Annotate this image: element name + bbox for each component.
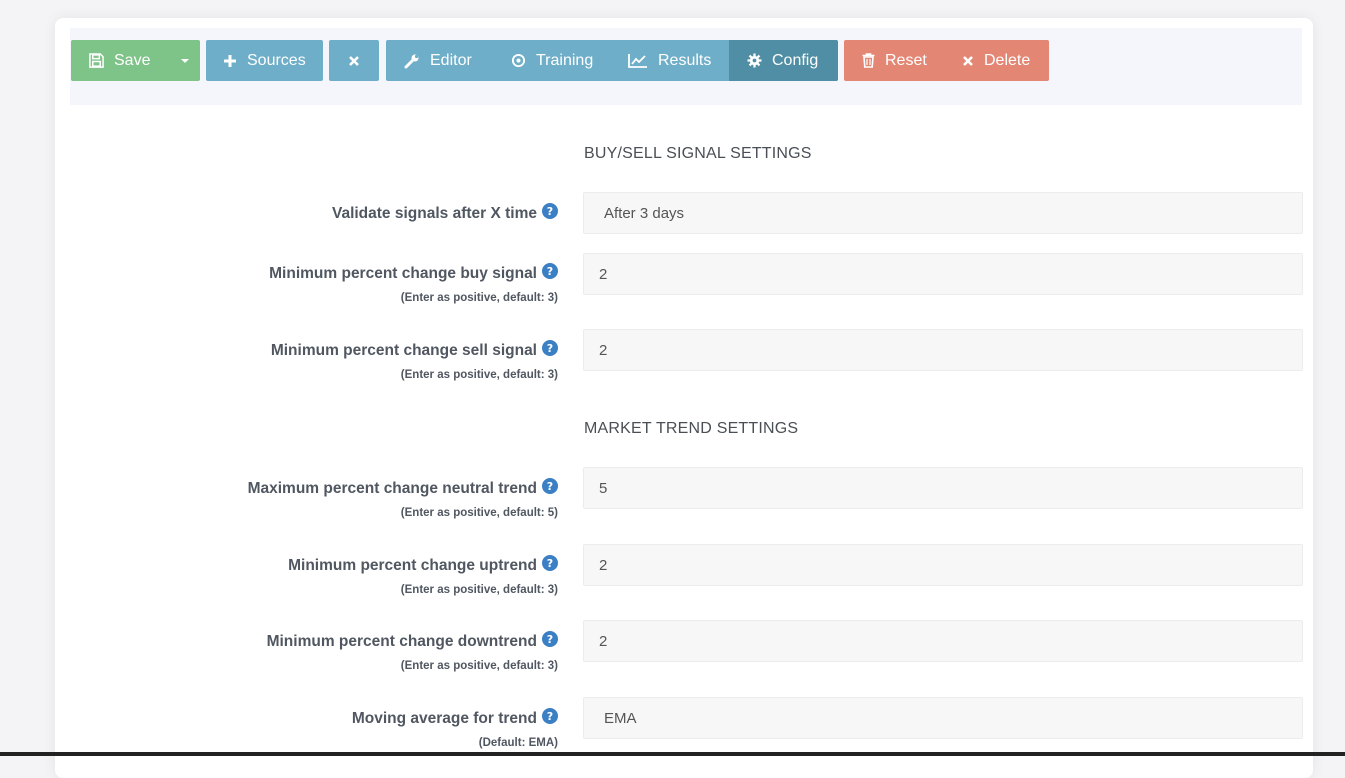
delete-label: Delete [984,51,1031,69]
field-value: 2 [599,556,608,574]
field-value: 2 [599,341,608,359]
form-label-text: Minimum percent change uptrend [288,556,537,574]
caret-down-icon [180,58,189,63]
close-icon [348,55,360,67]
gear-icon [747,53,762,68]
save-dropdown-toggle[interactable] [169,40,200,81]
help-icon[interactable]: ? [542,708,558,729]
view-tabs: Editor Training Results Config [386,40,838,81]
help-icon[interactable]: ? [542,478,558,499]
form-label-text: Minimum percent change buy signal [269,264,537,282]
close-button-group [329,40,379,81]
validate-signals-select[interactable]: After 3 days [583,192,1303,234]
svg-text:?: ? [547,557,553,570]
section-heading-trend: MARKET TREND SETTINGS [584,420,799,437]
form-hint: (Enter as positive, default: 3) [400,292,558,304]
help-icon[interactable]: ? [542,340,558,361]
reset-button[interactable]: Reset [844,40,944,81]
field-value: After 3 days [604,204,685,222]
results-label: Results [658,51,712,69]
form-hint: (Enter as positive, default: 5) [400,507,558,519]
svg-text:?: ? [547,710,553,723]
tab-results[interactable]: Results [610,40,729,81]
sell-signal-input[interactable]: 2 [583,329,1303,371]
form-hint: (Enter as positive, default: 3) [400,369,558,381]
form-label-text: Maximum percent change neutral trend [247,479,537,497]
sources-button-group: Sources [206,40,323,81]
form-label-text: Minimum percent change sell signal [270,341,537,359]
field-value: 2 [599,632,608,650]
buy-signal-input[interactable]: 2 [583,253,1303,295]
neutral-trend-input[interactable]: 5 [583,467,1303,509]
form-label: Moving average for trend ? [352,708,558,729]
form-label-text: Moving average for trend [351,709,537,727]
help-icon[interactable]: ? [542,631,558,652]
field-value: 2 [599,265,608,283]
help-icon[interactable]: ? [542,555,558,576]
downtrend-input[interactable]: 2 [583,620,1303,662]
line-chart-icon [628,53,648,68]
editor-label: Editor [430,51,472,69]
moving-average-select[interactable]: EMA [583,697,1303,739]
delete-button[interactable]: Delete [944,40,1049,81]
form-label: Minimum percent change downtrend ? [267,631,558,652]
tab-config[interactable]: Config [729,40,838,81]
svg-text:?: ? [547,342,553,355]
svg-text:?: ? [547,265,553,278]
wrench-icon [404,53,420,69]
save-button[interactable]: Save [71,40,166,81]
training-label: Training [536,51,594,69]
form-hint: (Default: EMA) [478,737,558,749]
reset-label: Reset [885,51,927,69]
save-button-group: Save [71,40,200,81]
config-label: Config [772,51,819,69]
form-label: Validate signals after X time ? [332,203,558,224]
target-icon [511,53,526,68]
form-label: Minimum percent change sell signal ? [271,340,558,361]
config-panel [55,18,1313,778]
field-value: EMA [604,709,637,727]
help-icon[interactable]: ? [542,263,558,284]
close-button[interactable] [329,40,379,81]
form-label: Minimum percent change uptrend ? [288,555,558,576]
help-icon[interactable]: ? [542,203,558,224]
uptrend-input[interactable]: 2 [583,544,1303,586]
sources-button[interactable]: Sources [206,40,323,81]
form-hint: (Enter as positive, default: 3) [400,660,558,672]
save-label: Save [114,51,151,69]
field-value: 5 [599,479,608,497]
section-heading-signal: BUY/SELL SIGNAL SETTINGS [584,145,812,162]
form-hint: (Enter as positive, default: 3) [400,584,558,596]
form-label: Minimum percent change buy signal ? [269,263,558,284]
svg-text:?: ? [547,633,553,646]
screen-bottom-edge [0,752,1345,756]
form-label-text: Validate signals after X time [331,204,537,222]
form-label-text: Minimum percent change downtrend [266,632,537,650]
danger-actions: Reset Delete [844,40,1049,81]
sources-label: Sources [247,51,306,69]
plus-icon [223,54,237,68]
trash-icon [862,53,875,68]
floppy-disk-icon [89,53,104,68]
form-label: Maximum percent change neutral trend ? [248,478,558,499]
tab-training[interactable]: Training [493,40,610,81]
svg-text:?: ? [547,205,553,218]
tab-editor[interactable]: Editor [386,40,493,81]
svg-text:?: ? [547,480,553,493]
close-icon [962,55,974,67]
